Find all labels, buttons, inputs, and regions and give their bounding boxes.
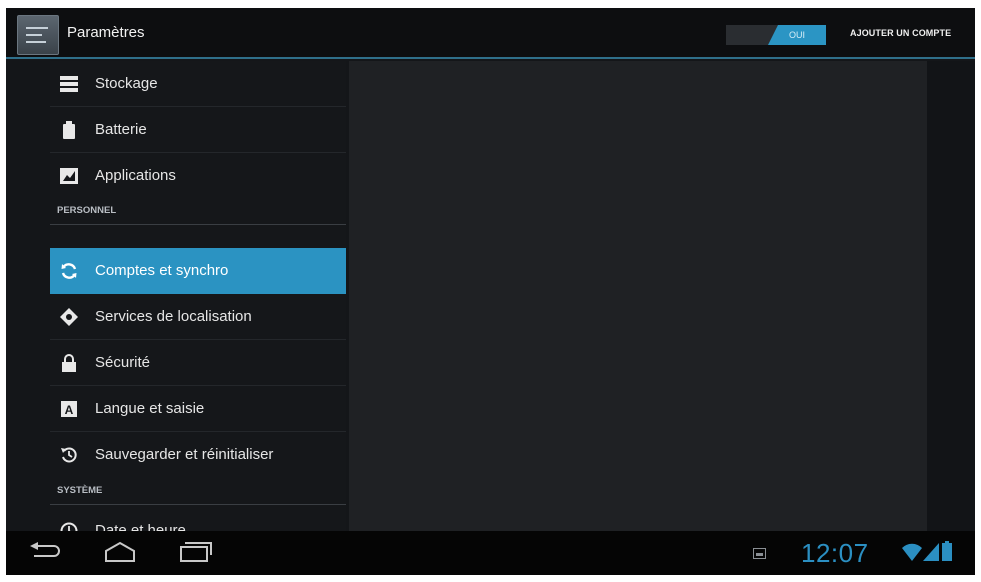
gallery-notification-icon[interactable] xyxy=(753,548,766,559)
backup-icon xyxy=(60,446,78,464)
toggle-on-label: OUI xyxy=(768,25,826,45)
section-header-label: PERSONNEL xyxy=(57,205,117,216)
section-header-system: SYSTÈME xyxy=(50,479,346,505)
add-account-button[interactable]: AJOUTER UN COMPTE xyxy=(850,28,951,38)
sync-icon xyxy=(60,262,78,280)
sidebar-item-security[interactable]: Sécurité xyxy=(50,340,346,386)
detail-pane xyxy=(349,61,927,531)
account-sync-toggle[interactable]: OUI xyxy=(726,25,826,45)
language-icon: A xyxy=(60,400,78,418)
page-title: Paramètres xyxy=(67,24,145,41)
svg-text:A: A xyxy=(65,403,74,417)
settings-list[interactable]: Stockage Batterie Applications PERSONNEL… xyxy=(50,61,346,531)
lock-icon xyxy=(60,354,78,372)
location-icon xyxy=(60,308,78,326)
sidebar-item-label: Batterie xyxy=(95,121,147,138)
sidebar-item-label: Services de localisation xyxy=(95,308,252,325)
action-bar: Paramètres OUI AJOUTER UN COMPTE xyxy=(6,8,975,59)
right-edge-panel xyxy=(927,61,975,531)
sidebar-item-label: Applications xyxy=(95,167,176,184)
clock-icon xyxy=(60,522,78,531)
sidebar-item-date-time[interactable]: Date et heure xyxy=(50,508,346,531)
sidebar-item-storage[interactable]: Stockage xyxy=(50,61,346,107)
sidebar-item-language[interactable]: A Langue et saisie xyxy=(50,386,346,432)
android-screen: Paramètres OUI AJOUTER UN COMPTE Stockag… xyxy=(6,8,975,575)
sidebar-item-label: Langue et saisie xyxy=(95,400,205,417)
battery-status-icon xyxy=(942,541,952,566)
sidebar-item-location[interactable]: Services de localisation xyxy=(50,294,346,340)
sidebar-item-label: Date et heure xyxy=(95,522,186,531)
storage-icon xyxy=(60,75,78,93)
recent-apps-icon[interactable] xyxy=(178,541,212,568)
settings-app-icon[interactable] xyxy=(17,15,59,55)
status-clock: 12:07 xyxy=(801,538,869,568)
sidebar-item-label: Stockage xyxy=(95,75,158,92)
sidebar-item-battery[interactable]: Batterie xyxy=(50,107,346,153)
sidebar-item-accounts-sync[interactable]: Comptes et synchro xyxy=(50,248,346,294)
section-header-personal: PERSONNEL xyxy=(50,199,346,225)
section-header-label: SYSTÈME xyxy=(57,485,103,496)
battery-icon xyxy=(60,121,78,139)
apps-icon xyxy=(60,167,78,185)
sidebar-item-label: Sauvegarder et réinitialiser xyxy=(95,446,274,463)
home-icon[interactable] xyxy=(103,541,137,568)
sidebar-item-label: Comptes et synchro xyxy=(95,262,229,279)
action-bar-divider xyxy=(6,57,975,59)
wifi-icon xyxy=(902,543,922,566)
sidebar-item-backup-reset[interactable]: Sauvegarder et réinitialiser xyxy=(50,432,346,478)
system-navigation-bar: 12:07 xyxy=(6,531,975,575)
sidebar-item-applications[interactable]: Applications xyxy=(50,153,346,199)
sidebar-item-label: Sécurité xyxy=(95,354,151,371)
back-icon[interactable] xyxy=(28,541,62,568)
signal-icon xyxy=(923,543,939,566)
